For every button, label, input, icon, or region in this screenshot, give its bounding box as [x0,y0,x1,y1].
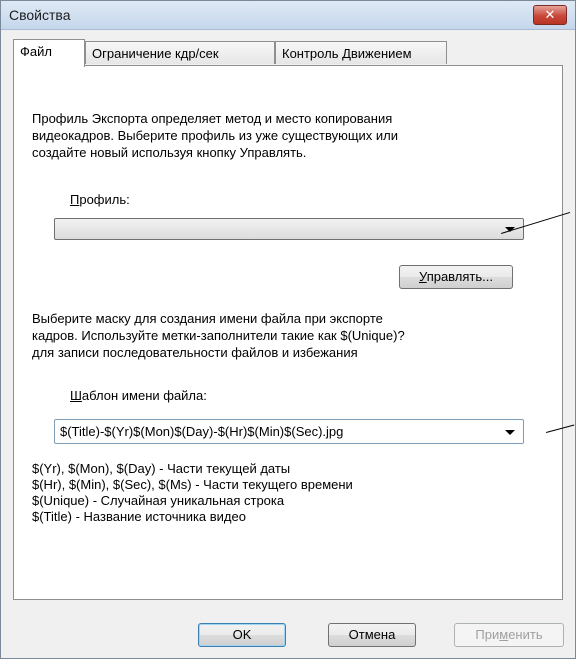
profile-select[interactable] [54,218,524,240]
filename-template-label: Шаблон имени файла: [70,388,207,403]
cancel-button[interactable]: Отмена [328,623,416,647]
manage-button[interactable]: Управлять... [399,265,513,289]
window-title: Свойства [9,7,71,23]
close-icon: ✕ [544,7,556,22]
cancel-button-label: Отмена [348,627,396,642]
mask-description-line: для записи последовательности файлов и и… [32,345,358,360]
mask-description: Выберите маску для создания имени файла … [32,310,552,361]
filename-template-label-text: аблон имени файла: [81,388,207,403]
tab-motion-control-label: Контроль Движением [282,46,412,61]
title-bar: Свойства ✕ [1,1,575,30]
export-description-line: создайте новый используя кнопку Управлят… [32,145,307,160]
file-tab-panel: Профиль Экспорта определяет метод и мест… [13,65,563,600]
filename-template-label-accel: Ш [70,388,82,403]
close-button[interactable]: ✕ [533,5,567,25]
filename-template-select[interactable]: $(Title)-$(Yr)$(Mon)$(Day)-$(Hr)$(Min)$(… [54,419,524,444]
apply-button-label-end: енить [508,627,543,642]
profile-label-text: рофиль: [79,192,130,207]
chevron-down-icon [505,430,515,435]
profile-label-accel: П [70,192,80,207]
hint-line: $(Yr), $(Mon), $(Day) - Части текущей да… [32,461,291,476]
filename-template-value: $(Title)-$(Yr)$(Mon)$(Day)-$(Hr)$(Min)$(… [60,424,344,439]
ok-button-label: OK [232,627,252,642]
export-description-line: видеокадров. Выберите профиль из уже сущ… [32,128,399,143]
placeholder-hints: $(Yr), $(Mon), $(Day) - Части текущей да… [32,461,353,525]
manage-button-accel: У [419,269,427,284]
tab-file[interactable]: Файл [13,39,85,67]
apply-button[interactable]: Применить [454,623,564,647]
hint-line: $(Hr), $(Min), $(Sec), $(Ms) - Части тек… [32,477,353,492]
tab-fps-limit-label: Ограничение кдр/сек [92,46,219,61]
export-description: Профиль Экспорта определяет метод и мест… [32,110,552,161]
mask-description-line: кадров. Используйте метки-заполнители та… [32,328,405,343]
tab-file-label: Файл [20,44,52,59]
ok-button[interactable]: OK [198,623,286,647]
tab-motion-control[interactable]: Контроль Движением [275,41,447,64]
mask-description-line: Выберите маску для создания имени файла … [32,311,383,326]
hint-line: $(Title) - Название источника видео [32,509,246,524]
properties-dialog: Свойства ✕ Файл Ограничение кдр/сек Конт… [0,0,576,659]
apply-button-label: При [475,627,500,642]
export-description-line: Профиль Экспорта определяет метод и мест… [32,111,393,126]
profile-label: Профиль: [70,192,130,207]
manage-button-label: правлять... [426,269,493,284]
apply-button-accel: м [499,627,509,642]
tab-fps-limit[interactable]: Ограничение кдр/сек [85,41,275,64]
hint-line: $(Unique) - Случайная уникальная строка [32,493,285,508]
